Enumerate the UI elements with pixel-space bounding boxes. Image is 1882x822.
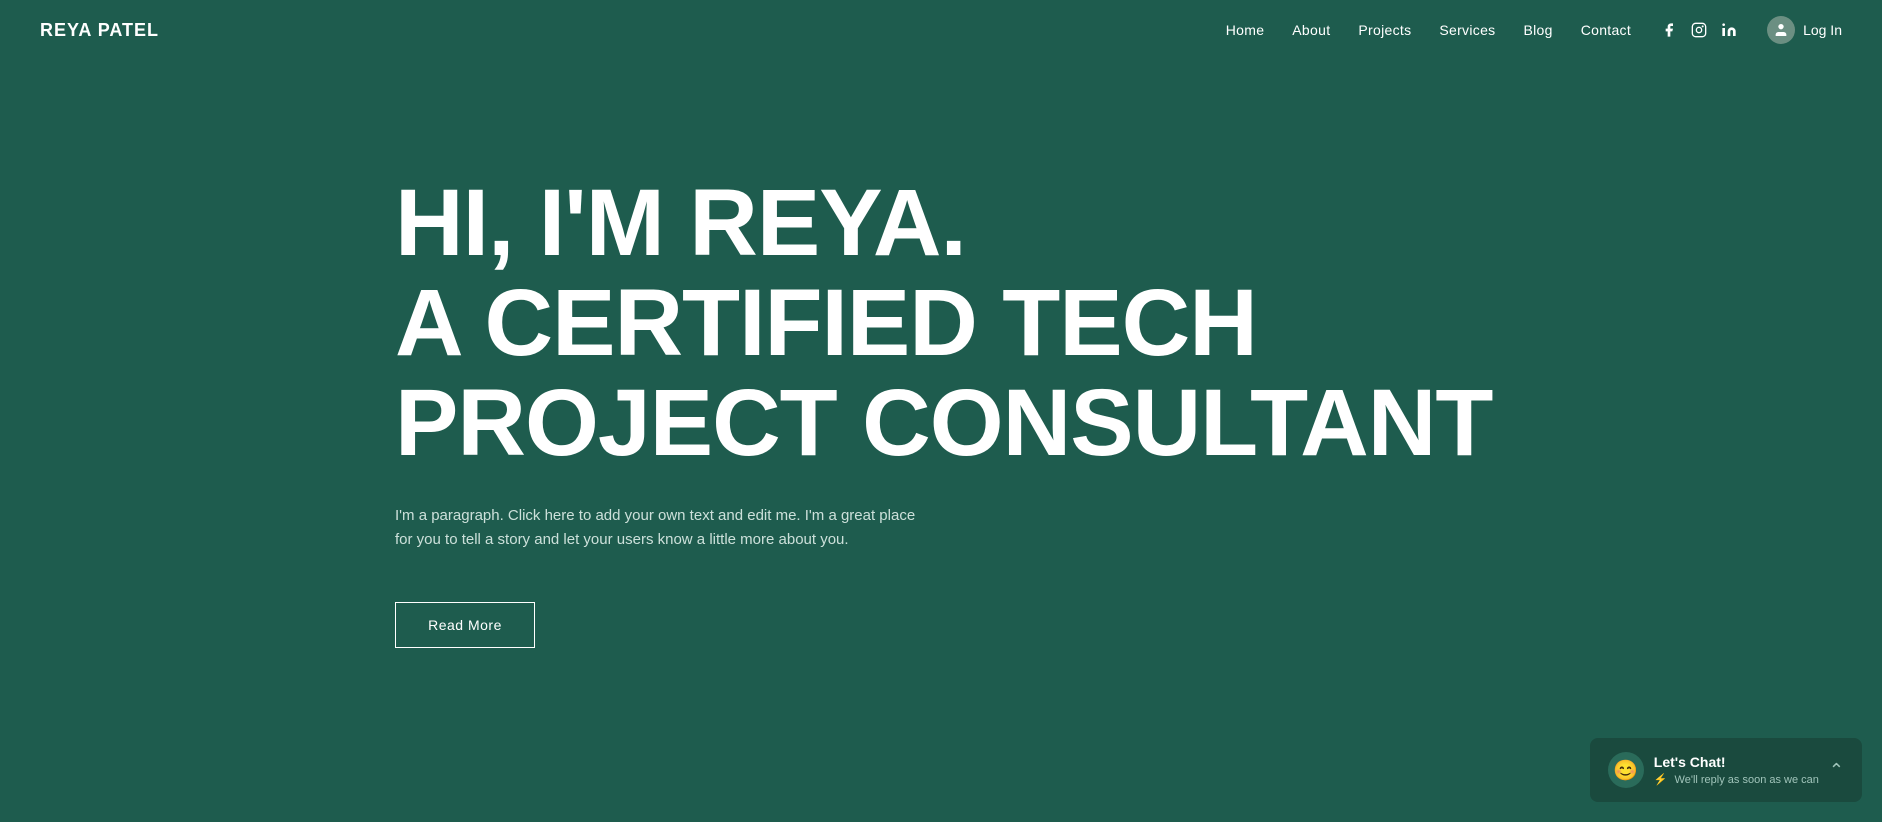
hero-title-line3: PROJECT CONSULTANT [395,370,1492,476]
hero-paragraph: I'm a paragraph. Click here to add your … [395,504,925,552]
chat-subtitle: ⚡ We'll reply as soon as we can [1654,773,1819,786]
hero-section: HI, I'M REYA. A CERTIFIED TECH PROJECT C… [0,0,1882,822]
nav-link-projects[interactable]: Projects [1358,22,1411,38]
nav-link-blog[interactable]: Blog [1523,22,1552,38]
nav-right: Home About Projects Services Blog Contac… [1226,16,1842,44]
nav-link-home[interactable]: Home [1226,22,1265,38]
chat-subtitle-text: We'll reply as soon as we can [1675,774,1819,786]
hero-title: HI, I'M REYA. A CERTIFIED TECH PROJECT C… [395,174,1882,473]
chat-title: Let's Chat! [1654,754,1819,770]
nav-link-services[interactable]: Services [1439,22,1495,38]
instagram-icon[interactable] [1691,21,1707,39]
site-logo[interactable]: REYA PATEL [40,20,159,41]
nav-links: Home About Projects Services Blog Contac… [1226,22,1631,38]
chat-close-button[interactable]: ⌃ [1829,761,1844,779]
login-avatar-icon [1767,16,1795,44]
facebook-icon[interactable] [1661,21,1677,39]
linkedin-icon[interactable] [1721,21,1737,39]
chat-widget[interactable]: 😊 Let's Chat! ⚡ We'll reply as soon as w… [1590,738,1862,802]
chat-text-content: Let's Chat! ⚡ We'll reply as soon as we … [1654,754,1819,786]
hero-title-line2: A CERTIFIED TECH [395,270,1257,376]
social-links [1661,21,1737,39]
nav-link-about[interactable]: About [1292,22,1330,38]
login-button[interactable]: Log In [1767,16,1842,44]
nav-link-contact[interactable]: Contact [1581,22,1631,38]
navbar: REYA PATEL Home About Projects Services … [0,0,1882,60]
chat-emoji-icon: 😊 [1608,752,1644,788]
login-label: Log In [1803,22,1842,38]
lightning-icon: ⚡ [1654,774,1668,786]
read-more-button[interactable]: Read More [395,602,535,648]
hero-title-line1: HI, I'M REYA. [395,170,966,276]
